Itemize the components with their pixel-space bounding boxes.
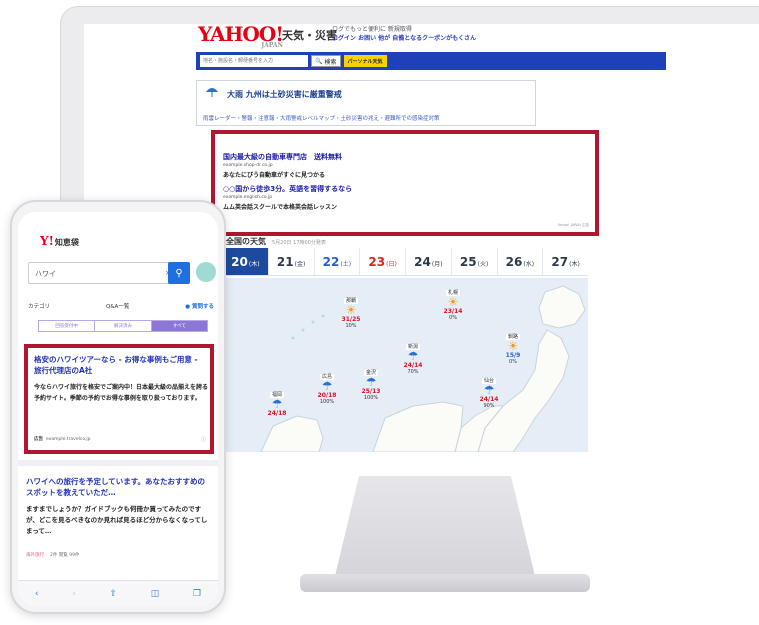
monitor-stand bbox=[335, 476, 535, 576]
nav-ask-question[interactable]: ● 質問する bbox=[185, 302, 214, 310]
city-niigata[interactable]: 新潟 ☂ 24/14 70% bbox=[395, 344, 431, 375]
tab-day[interactable]: 21 (金) bbox=[269, 248, 315, 275]
mobile-ad-box: 格安のハワイツアーなら - お得な事例もご用意 - 旅行代理店のA社 今ならハワ… bbox=[24, 344, 214, 454]
tab-day[interactable]: 26 (水) bbox=[498, 248, 544, 275]
tab-day[interactable]: 22 (土) bbox=[315, 248, 361, 275]
ad-title-link[interactable]: 格安のハワイツアーなら - お得な事例もご用意 - 旅行代理店のA社 bbox=[34, 354, 206, 376]
divider bbox=[18, 460, 218, 466]
answer-filter: 回答受付中 解決済み すべて bbox=[38, 320, 208, 332]
question-body: ますまでしょうか？ガイドブックも何冊か買ってみたのですが、どこを見るべきなのか見… bbox=[26, 505, 208, 535]
monitor-base bbox=[300, 574, 590, 592]
umbrella-icon bbox=[206, 88, 218, 97]
ad-title-link[interactable]: 国内最大級の自動車専門店 送料無料 bbox=[223, 152, 342, 162]
city-sapporo[interactable]: 札幌 ☀ 23/14 0% bbox=[435, 290, 471, 321]
city-naha[interactable]: 那覇 ☀ 31/25 10% bbox=[333, 298, 369, 329]
ad-description: ムム英会話スクールで本格英会話レッスン bbox=[223, 204, 338, 211]
question-title-link[interactable]: ハワイへの旅行を予定しています。あなたおすすめのスポットを教えていただ… bbox=[26, 476, 212, 498]
alert-title[interactable]: 大雨 九州は土砂災害に厳重警戒 bbox=[227, 89, 342, 100]
ad-footnote[interactable]: Yahoo! JAPAN 広告 bbox=[558, 223, 589, 228]
tab-day[interactable]: 24 (月) bbox=[406, 248, 452, 275]
japan-weather-map[interactable]: 那覇 ☀ 31/25 10% 札幌 ☀ 23/14 0% 新潟 ☂ 24/14 … bbox=[223, 278, 588, 452]
share-icon[interactable]: ⇧ bbox=[110, 589, 118, 599]
yahoo-logo[interactable]: YAHOO! JAPAN bbox=[198, 22, 284, 49]
mobile-search-input[interactable]: ハワイ × bbox=[28, 262, 178, 284]
desktop-ad-box: 国内最大級の自動車専門店 送料無料 example.shop-dr.co.jp … bbox=[211, 130, 599, 236]
date-tabs: 20 (木) 21 (金) 22 (土) 23 (日) 24 (月) 25 (火) 26 (水… bbox=[223, 248, 588, 276]
search-bar: 🔍 検索 パーソナル天気 bbox=[196, 52, 666, 70]
search-icon: 🔍 bbox=[315, 57, 323, 65]
search-icon: ⚲ bbox=[175, 267, 183, 279]
back-icon[interactable]: ‹ bbox=[35, 589, 39, 599]
ad-title-link[interactable]: ○○国から徒歩3分。英語を習得するなら bbox=[223, 184, 352, 194]
chiebukuro-logo[interactable]: Y!知恵袋 bbox=[40, 234, 79, 248]
filter-resolved[interactable]: 解決済み bbox=[95, 321, 152, 331]
mobile-screen: Y!知恵袋 ハワイ × ⚲ カテゴリ Q&A一覧 ● 質問する 回答受付中 解決… bbox=[18, 212, 218, 606]
alert-links[interactable]: 雨雲レーダー・警報・注意報・大雨警戒レベルマップ・土砂災害の兆え・避難所での感染… bbox=[203, 114, 440, 122]
ad-description: あなたにぴう自動車がすぐに見つかる bbox=[223, 172, 326, 179]
tab-day[interactable]: 23 (日) bbox=[360, 248, 406, 275]
city-sendai[interactable]: 仙台 ☂ 24/14 90% bbox=[471, 378, 507, 409]
service-title: 天気・災害 bbox=[282, 29, 337, 42]
mobile-search-button[interactable]: ⚲ bbox=[168, 262, 190, 284]
ad-url: example.shop-dr.co.jp bbox=[223, 163, 273, 168]
city-kushiro[interactable]: 釧路 ☀ 15/9 0% bbox=[495, 334, 531, 365]
tabs-icon[interactable]: ❐ bbox=[193, 589, 201, 599]
city-fukuoka[interactable]: 福岡 ☂ 24/18 bbox=[259, 392, 295, 417]
search-button[interactable]: 🔍 検索 bbox=[311, 55, 341, 67]
avatar[interactable] bbox=[196, 262, 216, 282]
filter-accepting[interactable]: 回答受付中 bbox=[39, 321, 96, 331]
tab-day[interactable]: 20 (木) bbox=[223, 248, 269, 275]
ad-url: example.english.co.jp bbox=[223, 195, 273, 200]
ad-description: 今ならハワイ旅行を格安でご案内中！日本最大級の品揃えを誇る予約サイト。季節の予約… bbox=[34, 384, 209, 402]
city-hiroshima[interactable]: 広島 ☂ 20/18 100% bbox=[309, 374, 345, 405]
question-meta: 海外旅行 2件 閲覧 99件 bbox=[26, 553, 80, 558]
filter-all[interactable]: すべて bbox=[151, 321, 207, 331]
city-kanazawa[interactable]: 金沢 ☂ 25/13 100% bbox=[353, 370, 389, 401]
login-note: ログでもっと便利に 新規取得 ログイン お困い 他が 自備となるクーポンがもくさ… bbox=[332, 26, 477, 42]
ad-url: 広告 example.travelco.jp bbox=[34, 437, 91, 442]
mobile-nav: カテゴリ Q&A一覧 ● 質問する bbox=[28, 302, 214, 310]
weather-heading: 全国の天気 5月20日 17時00分発表 bbox=[226, 237, 326, 246]
personal-weather-button[interactable]: パーソナル天気 bbox=[343, 55, 387, 67]
forward-icon[interactable]: › bbox=[72, 589, 76, 599]
bookmarks-icon[interactable]: ◫ bbox=[151, 589, 160, 599]
location-search-input[interactable] bbox=[200, 55, 308, 67]
nav-category[interactable]: カテゴリ bbox=[28, 302, 50, 310]
phone-frame: Y!知恵袋 ハワイ × ⚲ カテゴリ Q&A一覧 ● 質問する 回答受付中 解決… bbox=[10, 200, 226, 614]
nav-qa-list[interactable]: Q&A一覧 bbox=[106, 302, 129, 310]
browser-toolbar: ‹ › ⇧ ◫ ❐ bbox=[18, 580, 218, 606]
disaster-alert[interactable]: 大雨 九州は土砂災害に厳重警戒 雨雲レーダー・警報・注意報・大雨警戒レベルマップ… bbox=[196, 80, 536, 126]
tab-day[interactable]: 25 (火) bbox=[452, 248, 498, 275]
tab-day[interactable]: 27 (木) bbox=[543, 248, 588, 275]
info-icon[interactable]: ⓘ bbox=[201, 436, 206, 443]
